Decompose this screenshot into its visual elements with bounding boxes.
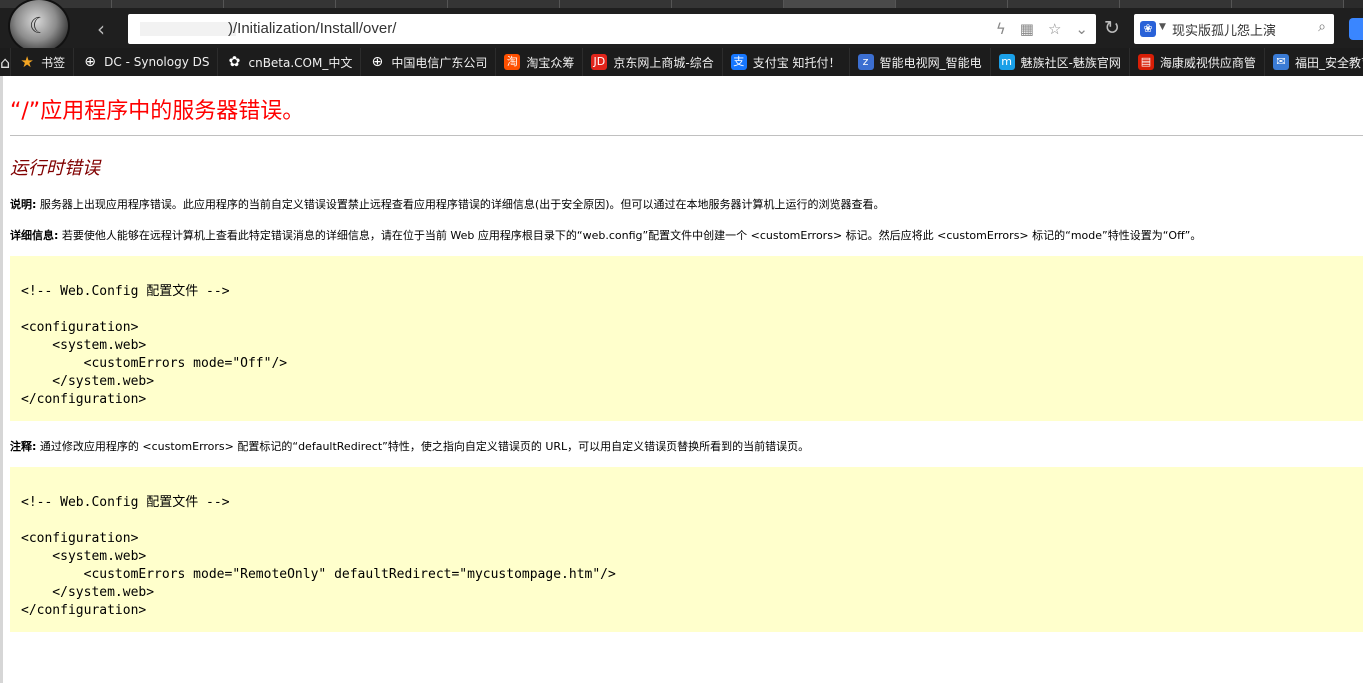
browser-tab[interactable] [336, 0, 448, 8]
bookmark-label: 海康威视供应商管 [1159, 55, 1256, 70]
bookmark-label: 淘宝众筹 [526, 55, 575, 70]
jd-icon: JD [591, 54, 608, 70]
alipay-icon: 支 [730, 54, 747, 70]
back-button[interactable]: ‹ [88, 16, 114, 42]
bookmark-label: 支付宝 知托付！ [752, 55, 841, 70]
bookmark-item[interactable]: 淘淘宝众筹 [495, 48, 582, 76]
code-text: <!-- Web.Config 配置文件 --> <configuration>… [21, 495, 616, 618]
search-engine-dropdown-icon[interactable]: ▼ [1159, 22, 1166, 32]
bookmark-label: 魅族社区-魅族官网 [1020, 55, 1121, 70]
bookmark-item[interactable]: 支支付宝 知托付！ [721, 48, 849, 76]
bookmark-item[interactable]: ✿ cnBeta.COM_中文 [217, 48, 360, 76]
left-edge-divider [0, 76, 3, 683]
bookmark-label: 智能电视网_智能电 [879, 55, 982, 70]
search-icon[interactable]: ⌕ [1318, 19, 1326, 35]
address-bar[interactable]: )/Initialization/Install/over/ ϟ ▦ ☆ ⌄ [128, 14, 1096, 44]
description-text: 服务器上出现应用程序错误。此应用程序的当前自定义错误设置禁止远程查看应用程序错误… [36, 198, 885, 211]
lightning-icon[interactable]: ϟ [996, 18, 1006, 40]
error-page: “/”应用程序中的服务器错误。 运行时错误 说明: 服务器上出现应用程序错误。此… [0, 76, 1363, 683]
bookmark-item[interactable]: z 智能电视网_智能电 [848, 48, 990, 76]
search-input[interactable]: 现实版孤儿怨上演 [1172, 20, 1276, 39]
bookmark-label: 中国电信广东公司 [391, 55, 488, 70]
browser-tab[interactable] [112, 0, 224, 8]
star-icon: ★ [20, 53, 34, 71]
reload-icon[interactable]: ↻ [1104, 17, 1120, 39]
hikvision-icon: ▤ [1137, 54, 1154, 70]
details-paragraph: 详细信息: 若要使他人能够在远程计算机上查看此特定错误消息的详细信息，请在位于当… [10, 227, 1201, 243]
url-text: )/Initialization/Install/over/ [228, 20, 397, 37]
browser-tab[interactable] [1232, 0, 1344, 8]
description-paragraph: 说明: 服务器上出现应用程序错误。此应用程序的当前自定义错误设置禁止远程查看应用… [10, 196, 884, 212]
title-divider [10, 135, 1363, 136]
browser-toolbar: ☾ ‹ )/Initialization/Install/over/ ϟ ▦ ☆… [0, 0, 1363, 54]
bookmark-label: cnBeta.COM_中文 [248, 55, 353, 70]
meizu-icon: m [998, 54, 1015, 70]
browser-tab[interactable] [560, 0, 672, 8]
bookmarks-bar: ⌂ ★ 书签 ⊕ DC - Synology DS ✿ cnBeta.COM_中文 ⊕ 中国电… [0, 48, 1363, 76]
star-bookmark-icon[interactable]: ☆ [1048, 18, 1061, 40]
code-block-remoteonly: <!-- Web.Config 配置文件 --> <configuration>… [10, 467, 1363, 632]
qr-code-icon[interactable]: ▦ [1020, 18, 1034, 40]
bookmark-label: 京东网上商城-综合 [613, 55, 714, 70]
bookmark-label: DC - Synology DS [104, 55, 210, 69]
bookmark-item[interactable]: ✉ 福田_安全教育平台 [1263, 48, 1363, 76]
bookmark-item[interactable]: m 魅族社区-魅族官网 [989, 48, 1129, 76]
bookmark-label: 福田_安全教育平台 [1294, 55, 1363, 70]
note-text: 通过修改应用程序的 <customErrors> 配置标记的“defaultRe… [36, 440, 810, 453]
browser-logo-icon[interactable]: ☾ [8, 0, 70, 54]
browser-tab[interactable] [448, 0, 560, 8]
code-text: <!-- Web.Config 配置文件 --> <configuration>… [21, 284, 288, 407]
browser-tab[interactable] [896, 0, 1008, 8]
globe-icon: ⊕ [371, 54, 384, 70]
cnbeta-icon: ✿ [228, 54, 241, 70]
note-paragraph: 注释: 通过修改应用程序的 <customErrors> 配置标记的“defau… [10, 438, 809, 454]
tv-icon: z [857, 54, 874, 70]
description-label: 说明: [10, 198, 37, 211]
url-redacted-region [140, 22, 236, 36]
bookmark-item[interactable]: ⊕ 中国电信广东公司 [360, 48, 495, 76]
globe-icon: ⊕ [84, 54, 97, 70]
browser-tab[interactable] [1120, 0, 1232, 8]
browser-tab[interactable] [224, 0, 336, 8]
extension-icon[interactable] [1349, 18, 1363, 40]
code-block-off: <!-- Web.Config 配置文件 --> <configuration>… [10, 256, 1363, 421]
note-label: 注释: [10, 440, 37, 453]
chevron-down-icon[interactable]: ⌄ [1075, 18, 1088, 40]
bookmark-item[interactable]: ⊕ DC - Synology DS [73, 48, 217, 76]
bookmark-item[interactable]: ★ 书签 [10, 48, 73, 76]
browser-tab[interactable] [1008, 0, 1120, 8]
search-box[interactable]: ❀ ▼ 现实版孤儿怨上演 ⌕ [1134, 14, 1334, 44]
bookmark-item[interactable]: JD 京东网上商城-综合 [582, 48, 721, 76]
address-bar-icons: ϟ ▦ ☆ ⌄ [996, 18, 1088, 40]
baidu-icon[interactable]: ❀ [1140, 21, 1156, 37]
details-label: 详细信息: [10, 229, 59, 242]
bookmark-label: 书签 [41, 55, 66, 70]
mail-icon: ✉ [1272, 54, 1289, 70]
bookmark-item[interactable]: ▤ 海康威视供应商管 [1128, 48, 1264, 76]
browser-tab-active[interactable] [784, 0, 896, 8]
browser-tab[interactable] [672, 0, 784, 8]
details-text: 若要使他人能够在远程计算机上查看此特定错误消息的详细信息，请在位于当前 Web … [58, 229, 1202, 242]
page-title: “/”应用程序中的服务器错误。 [10, 99, 305, 124]
tab-strip[interactable] [0, 0, 1363, 8]
error-subtitle: 运行时错误 [10, 158, 100, 179]
taobao-icon: 淘 [504, 54, 521, 70]
home-icon[interactable]: ⌂ [0, 53, 10, 72]
